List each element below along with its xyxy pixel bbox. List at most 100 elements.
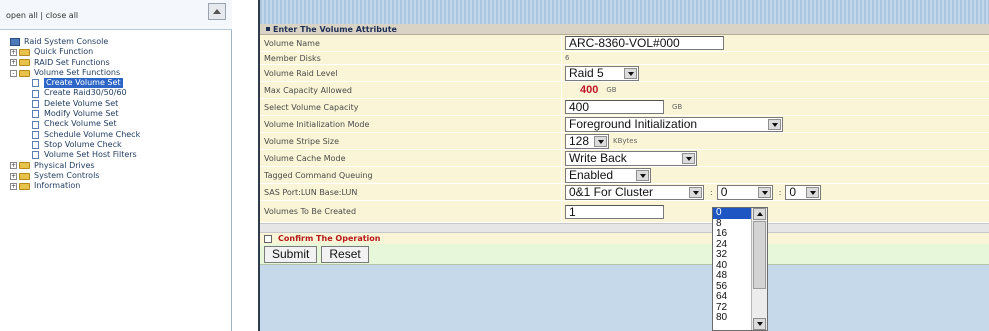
computer-icon xyxy=(10,38,20,47)
chevron-down-icon[interactable] xyxy=(689,186,702,198)
dropdown-scrollbar[interactable] xyxy=(751,208,767,330)
confirm-label: Confirm The Operation xyxy=(278,234,381,243)
row-label: Volume Stripe Size xyxy=(260,133,562,149)
open-all-link[interactable]: open all xyxy=(6,11,38,20)
chevron-down-icon[interactable] xyxy=(682,152,695,164)
tree-item-schedule-volume-check[interactable]: Schedule Volume Check xyxy=(10,130,140,140)
tree-label: Physical Drives xyxy=(34,160,95,170)
row-volumes-count: Volumes To Be Created 1 xyxy=(260,201,989,223)
row-label: Member Disks xyxy=(260,52,562,64)
capacity-unit: GB xyxy=(606,86,617,94)
tree-label: System Controls xyxy=(34,170,100,180)
page-icon xyxy=(32,110,39,119)
tree-label: Modify Volume Set xyxy=(44,109,119,119)
tree-item-system-controls[interactable]: + System Controls xyxy=(10,171,140,181)
tree-item-raid-set-functions[interactable]: + RAID Set Functions xyxy=(10,58,140,68)
lun-base-select[interactable]: 0 xyxy=(716,184,773,200)
tree-item-create-volume-set[interactable]: Create Volume Set xyxy=(10,78,140,89)
row-label: Volume Cache Mode xyxy=(260,150,562,166)
submit-button[interactable]: Submit xyxy=(264,245,318,263)
chevron-down-icon[interactable] xyxy=(757,186,771,198)
tree-item-check-volume-set[interactable]: Check Volume Set xyxy=(10,119,140,129)
init-mode-select[interactable]: Foreground Initialization xyxy=(565,116,783,132)
selected-value: Foreground Initialization xyxy=(569,117,698,131)
tree-item-information[interactable]: + Information xyxy=(10,181,140,191)
frame-splitter[interactable] xyxy=(232,0,260,331)
row-member-disks: Member Disks 6 xyxy=(260,52,989,65)
header-strip xyxy=(260,0,989,24)
max-capacity-value: 400 xyxy=(580,84,599,96)
tree-label: Volume Set Host Filters xyxy=(44,150,137,160)
content-frame: Enter The Volume Attribute Volume Name A… xyxy=(260,0,989,331)
row-value: 400 GB xyxy=(562,82,989,98)
lun-base-dropdown-list[interactable]: 0 8 16 24 32 40 48 56 64 72 80 xyxy=(712,207,768,331)
section-header: Enter The Volume Attribute xyxy=(260,24,989,35)
page-icon xyxy=(32,151,39,160)
tree-item-create-raid30-50-60[interactable]: Create Raid30/50/60 xyxy=(10,88,140,98)
volumes-count-input[interactable]: 1 xyxy=(565,204,664,219)
tree-item-quick-function[interactable]: + Quick Function xyxy=(10,47,140,57)
expand-icon[interactable]: + xyxy=(10,172,17,180)
dropdown-option[interactable]: 16 xyxy=(713,228,751,240)
page-icon xyxy=(32,99,39,108)
chevron-down-icon[interactable] xyxy=(594,135,607,147)
expand-icon[interactable]: + xyxy=(10,59,17,67)
chevron-down-icon[interactable] xyxy=(636,169,649,181)
navigation-frame: open all | close all Raid System Console… xyxy=(0,0,232,331)
chevron-down-icon[interactable] xyxy=(624,67,637,79)
row-max-capacity: Max Capacity Allowed 400 GB xyxy=(260,82,989,99)
tree-root[interactable]: Raid System Console xyxy=(10,37,140,47)
row-value: Foreground Initialization xyxy=(562,116,989,132)
tree-item-physical-drives[interactable]: + Physical Drives xyxy=(10,161,140,171)
scroll-up-button[interactable] xyxy=(208,3,226,20)
expand-icon[interactable]: + xyxy=(10,162,17,170)
reset-button[interactable]: Reset xyxy=(321,245,369,263)
raid-level-select[interactable]: Raid 5 xyxy=(565,65,639,81)
chevron-down-icon[interactable] xyxy=(806,186,820,198)
tree-item-stop-volume-check[interactable]: Stop Volume Check xyxy=(10,140,140,150)
row-value: Enabled xyxy=(562,167,989,183)
tree-item-modify-volume-set[interactable]: Modify Volume Set xyxy=(10,109,140,119)
tree-item-delete-volume-set[interactable]: Delete Volume Set xyxy=(10,99,140,109)
confirm-checkbox[interactable] xyxy=(264,234,272,243)
tree-label: Create Volume Set xyxy=(44,78,123,89)
expand-icon[interactable]: + xyxy=(10,48,17,56)
link-separator: | xyxy=(40,11,44,20)
dropdown-option[interactable]: 80 xyxy=(713,312,751,324)
selected-value: 0&1 For Cluster xyxy=(569,185,654,199)
scroll-down-arrow-icon[interactable] xyxy=(753,318,766,330)
close-all-link[interactable]: close all xyxy=(46,11,79,20)
selected-value: Write Back xyxy=(569,151,627,165)
row-value: Write Back xyxy=(562,150,989,166)
dropdown-option[interactable]: 32 xyxy=(713,249,751,261)
expand-icon[interactable]: + xyxy=(10,182,17,190)
page-icon xyxy=(32,89,39,98)
volume-name-input[interactable]: ARC-8360-VOL#000 xyxy=(565,36,724,50)
dropdown-option[interactable]: 48 xyxy=(713,270,751,282)
tree-label: Stop Volume Check xyxy=(44,139,122,149)
bullet-icon xyxy=(266,27,270,31)
chevron-down-icon[interactable] xyxy=(768,118,781,130)
dropdown-option[interactable]: 64 xyxy=(713,291,751,303)
dropdown-option[interactable]: 0 xyxy=(713,207,751,219)
open-folder-icon xyxy=(19,69,30,77)
row-raid-level: Volume Raid Level Raid 5 xyxy=(260,65,989,82)
row-cache-mode: Volume Cache Mode Write Back xyxy=(260,150,989,167)
stripe-unit: KBytes xyxy=(613,137,638,145)
tree-item-volume-set-host-filters[interactable]: Volume Set Host Filters xyxy=(10,150,140,160)
lun-select[interactable]: 0 xyxy=(785,184,822,200)
tcq-select[interactable]: Enabled xyxy=(565,167,651,183)
row-label: Select Volume Capacity xyxy=(260,99,562,115)
sas-port-select[interactable]: 0&1 For Cluster xyxy=(565,184,704,200)
tree-item-volume-set-functions[interactable]: - Volume Set Functions xyxy=(10,68,140,78)
cache-mode-select[interactable]: Write Back xyxy=(565,150,697,166)
stripe-size-select[interactable]: 128 xyxy=(565,133,609,149)
row-volume-name: Volume Name ARC-8360-VOL#000 xyxy=(260,35,989,52)
confirm-row: Confirm The Operation xyxy=(260,233,989,244)
row-value: 0&1 For Cluster : 0 : 0 xyxy=(562,184,989,200)
volume-capacity-input[interactable]: 400 xyxy=(565,100,664,114)
row-label: Volume Initialization Mode xyxy=(260,116,562,132)
collapse-icon[interactable]: - xyxy=(10,69,17,77)
scroll-up-arrow-icon[interactable] xyxy=(753,208,766,220)
scroll-thumb[interactable] xyxy=(753,221,766,289)
